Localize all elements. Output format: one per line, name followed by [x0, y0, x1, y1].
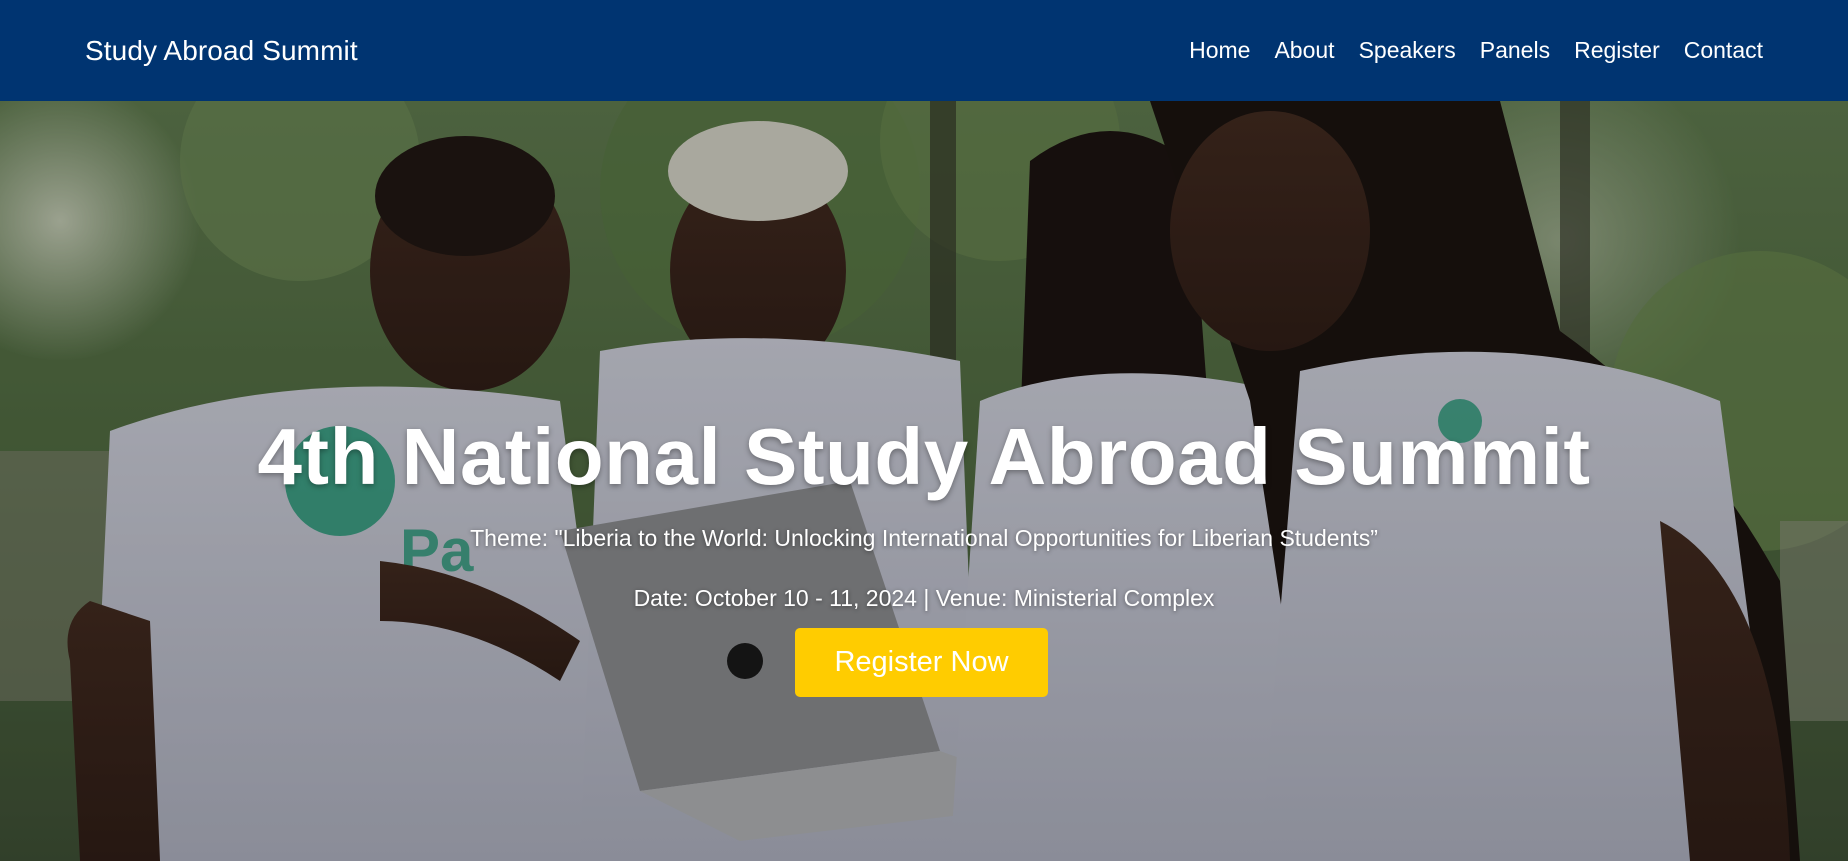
- hero-date-venue-text: Date: October 10 - 11, 2024 | Venue: Min…: [633, 585, 1215, 611]
- nav-link-home[interactable]: Home: [1189, 37, 1250, 63]
- hero-content: 4th National Study Abroad Summit Theme: …: [0, 101, 1848, 861]
- hero-title: 4th National Study Abroad Summit: [257, 412, 1591, 501]
- nav-item: Home: [1189, 37, 1250, 64]
- brand-logo-link[interactable]: Study Abroad Summit: [85, 35, 358, 67]
- hero-theme-text: Theme: "Liberia to the World: Unlocking …: [470, 525, 1378, 551]
- site-header: Study Abroad Summit Home About Speakers …: [0, 0, 1848, 101]
- hero-section: Pa 4th National Study Abroad Summit Them…: [0, 101, 1848, 861]
- nav-link-panels[interactable]: Panels: [1480, 37, 1550, 63]
- nav-item: Register: [1574, 37, 1660, 64]
- nav-link-speakers[interactable]: Speakers: [1359, 37, 1456, 63]
- nav-item: Panels: [1480, 37, 1550, 64]
- nav-item: Speakers: [1359, 37, 1456, 64]
- nav-link-about[interactable]: About: [1274, 37, 1334, 63]
- nav-item: About: [1274, 37, 1334, 64]
- nav-link-register[interactable]: Register: [1574, 37, 1660, 63]
- nav-link-contact[interactable]: Contact: [1684, 37, 1763, 63]
- nav-item: Contact: [1684, 37, 1763, 64]
- main-nav: Home About Speakers Panels Register Cont…: [1189, 37, 1763, 64]
- register-now-button[interactable]: Register Now: [795, 628, 1048, 697]
